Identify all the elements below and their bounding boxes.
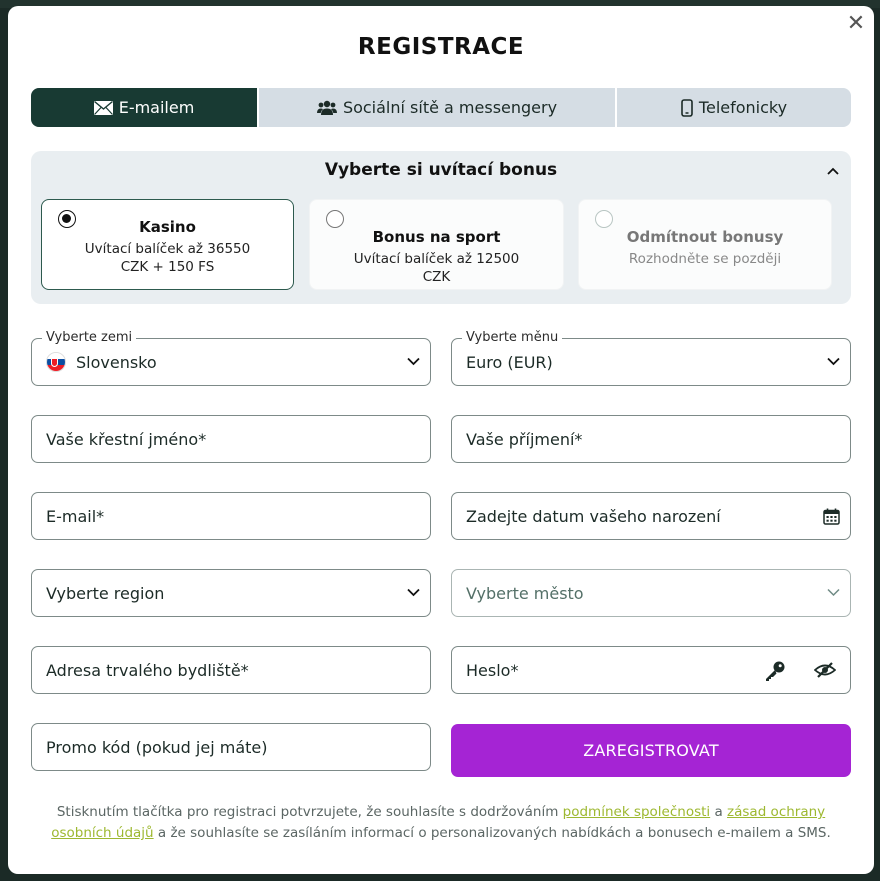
birth-date-field[interactable]: Zadejte datum vašeho narození bbox=[451, 492, 851, 540]
currency-select[interactable]: Vyberte měnu Euro (EUR) bbox=[451, 330, 851, 386]
address-placeholder: Adresa trvalého bydliště* bbox=[46, 660, 249, 680]
city-value: Vyberte město bbox=[466, 583, 584, 603]
currency-value: Euro (EUR) bbox=[466, 352, 553, 372]
bonus-panel-title: Vyberte si uvítací bonus bbox=[324, 160, 558, 180]
bonus-option-casino[interactable]: Kasino Uvítací balíček až 36550 CZK + 15… bbox=[41, 199, 294, 290]
close-button[interactable]: ✕ bbox=[844, 12, 868, 36]
registration-modal: ✕ REGISTRACE E-mailem Sociální sítě a me… bbox=[8, 6, 874, 874]
chevron-down-icon bbox=[827, 588, 840, 597]
welcome-bonus-panel: Vyberte si uvítací bonus Kasino Uvítací … bbox=[31, 151, 851, 304]
birth-date-placeholder: Zadejte datum vašeho narození bbox=[466, 506, 721, 526]
calendar-icon[interactable] bbox=[823, 508, 840, 525]
terms-text-1: Stisknutím tlačítka pro registraci potvr… bbox=[56, 804, 563, 820]
currency-label: Vyberte měnu bbox=[462, 330, 563, 345]
bonus-option-sport[interactable]: Bonus na sport Uvítací balíček až 12500 … bbox=[309, 199, 564, 290]
terms-text-2: a bbox=[710, 804, 728, 820]
register-button[interactable]: ZAREGISTROVAT bbox=[451, 724, 851, 777]
country-value: Slovensko bbox=[76, 352, 157, 372]
password-field[interactable]: Heslo* bbox=[451, 646, 851, 694]
tab-social-label: Sociální sítě a messengery bbox=[342, 98, 558, 117]
tab-email[interactable]: E-mailem bbox=[31, 88, 257, 127]
tab-email-label: E-mailem bbox=[118, 98, 195, 117]
first-name-field[interactable]: Vaše křestní jméno* bbox=[31, 415, 431, 463]
phone-icon bbox=[681, 98, 693, 117]
tab-phone[interactable]: Telefonicky bbox=[615, 88, 851, 127]
eye-slash-icon[interactable] bbox=[814, 661, 836, 679]
registration-method-tabs: E-mailem Sociální sítě a messengery Tele… bbox=[31, 88, 851, 127]
radio-decline[interactable] bbox=[595, 210, 613, 228]
slovakia-flag-icon bbox=[46, 352, 66, 372]
bonus-option-name: Bonus na sport bbox=[372, 228, 501, 246]
terms-notice: Stisknutím tlačítka pro registraci potvr… bbox=[38, 802, 844, 844]
bonus-option-decline[interactable]: Odmítnout bonusy Rozhodněte se později bbox=[578, 199, 832, 290]
radio-sport[interactable] bbox=[326, 210, 344, 228]
key-icon[interactable] bbox=[764, 660, 786, 682]
bonus-option-name: Odmítnout bonusy bbox=[626, 228, 784, 246]
modal-title: REGISTRACE bbox=[357, 34, 525, 60]
country-label: Vyberte zemi bbox=[42, 330, 137, 345]
tab-social[interactable]: Sociální sítě a messengery bbox=[257, 88, 615, 127]
country-select[interactable]: Vyberte zemi Slovensko bbox=[31, 330, 431, 386]
email-placeholder: E-mail* bbox=[46, 506, 105, 526]
bonus-option-name: Kasino bbox=[139, 218, 196, 236]
email-field[interactable]: E-mail* bbox=[31, 492, 431, 540]
chevron-up-icon[interactable] bbox=[827, 167, 839, 175]
terms-text-3: a že souhlasíte se zasíláním informací o… bbox=[153, 825, 831, 841]
users-icon bbox=[316, 100, 337, 115]
promo-code-field[interactable]: Promo kód (pokud jej máte) bbox=[31, 723, 431, 771]
chevron-down-icon bbox=[407, 357, 420, 366]
bonus-option-description: Rozhodněte se později bbox=[628, 251, 782, 267]
tab-phone-label: Telefonicky bbox=[698, 98, 788, 117]
address-field[interactable]: Adresa trvalého bydliště* bbox=[31, 646, 431, 694]
region-value: Vyberte region bbox=[46, 583, 165, 603]
bonus-option-description: Uvítací balíček až 36550 CZK + 150 FS bbox=[84, 241, 251, 275]
bonus-option-description: Uvítací balíček až 12500 CZK bbox=[353, 251, 520, 285]
envelope-icon bbox=[93, 100, 113, 115]
promo-code-placeholder: Promo kód (pokud jej máte) bbox=[46, 737, 268, 757]
chevron-down-icon bbox=[827, 357, 840, 366]
chevron-down-icon bbox=[407, 588, 420, 597]
last-name-field[interactable]: Vaše příjmení* bbox=[451, 415, 851, 463]
password-placeholder: Heslo* bbox=[466, 660, 519, 680]
first-name-placeholder: Vaše křestní jméno* bbox=[46, 429, 207, 449]
region-select[interactable]: Vyberte region bbox=[31, 569, 431, 617]
city-select[interactable]: Vyberte město bbox=[451, 569, 851, 617]
radio-casino[interactable] bbox=[58, 210, 76, 228]
terms-link[interactable]: podmínek společnosti bbox=[563, 804, 711, 820]
last-name-placeholder: Vaše příjmení* bbox=[466, 429, 583, 449]
